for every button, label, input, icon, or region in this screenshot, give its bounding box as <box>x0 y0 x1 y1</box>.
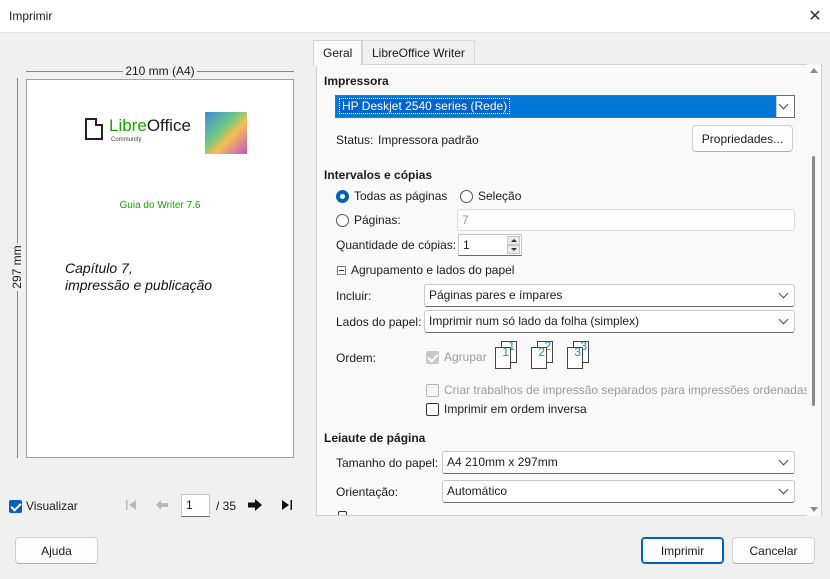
separate-jobs-checkbox[interactable]: Criar trabalhos de impressão separados p… <box>426 383 810 397</box>
separate-jobs-label: Criar trabalhos de impressão separados p… <box>444 383 810 397</box>
radio-off-icon[interactable] <box>336 213 349 227</box>
printer-selected: HP Deskjet 2540 series (Rede) <box>338 98 511 114</box>
page-number-input[interactable]: 1 <box>181 494 210 517</box>
copies-label: Quantidade de cópias: <box>336 238 457 252</box>
logo-sub: Community <box>111 137 142 143</box>
page-preview: LibreOffice Community Guia do Writer 7.6… <box>26 79 294 458</box>
libreoffice-logo: LibreOffice Community <box>83 112 247 154</box>
selection-label: Seleção <box>478 189 522 203</box>
cancel-button[interactable]: Cancelar <box>732 537 815 564</box>
orientation-label: Orientação: <box>336 485 399 499</box>
scroll-up-icon[interactable] <box>810 68 818 73</box>
chevron-down-icon <box>778 314 790 328</box>
width-dimension: 210 mm (A4) <box>26 64 294 78</box>
scroll-down-icon[interactable] <box>810 507 818 512</box>
height-label: 297 mm <box>10 243 24 291</box>
chapter-line-2: impressão e publicação <box>65 277 213 293</box>
checkbox-icon[interactable] <box>426 402 439 416</box>
spin-up-icon[interactable] <box>507 236 520 245</box>
window-title: Imprimir <box>9 9 53 23</box>
printer-select[interactable]: HP Deskjet 2540 series (Rede) <box>335 95 795 118</box>
status-label: Status: <box>336 133 374 147</box>
visualizar-checkbox[interactable]: Visualizar <box>9 499 78 513</box>
logo-suffix: Office <box>146 116 191 135</box>
page-total: / 35 <box>216 499 237 513</box>
help-button[interactable]: Ajuda <box>15 537 98 564</box>
cover-art-image <box>205 112 247 154</box>
general-panel: Impressora HP Deskjet 2540 series (Rede)… <box>316 64 822 516</box>
arrow-left-icon <box>156 500 168 510</box>
clipped-checkbox-row[interactable] <box>338 511 347 515</box>
scroll-thumb[interactable] <box>812 156 815 406</box>
spin-buttons[interactable] <box>507 236 520 254</box>
checkbox-icon[interactable] <box>426 383 439 397</box>
properties-button[interactable]: Propriedades... <box>692 125 793 152</box>
sides-label: Lados do papel: <box>336 315 422 329</box>
ranges-section-title: Intervalos e cópias <box>324 168 433 182</box>
include-value: Páginas pares e ímpares <box>429 288 563 302</box>
all-pages-radio[interactable]: Todas as páginas <box>336 189 447 203</box>
first-page-button[interactable] <box>120 494 142 516</box>
paper-size-label: Tamanho do papel: <box>336 456 439 470</box>
copies-spinner[interactable]: 1 <box>458 234 522 256</box>
last-page-icon <box>282 500 292 510</box>
status-value: Impressora padrão <box>378 133 479 147</box>
grouping-expander[interactable]: Agrupamento e lados do papel <box>337 263 514 277</box>
all-pages-label: Todas as páginas <box>354 189 448 203</box>
width-label: 210 mm (A4) <box>123 64 197 78</box>
chevron-down-icon <box>778 455 790 469</box>
chevron-down-icon <box>778 288 790 302</box>
document-icon <box>85 118 103 140</box>
orientation-value: Automático <box>447 484 508 498</box>
copies-value: 1 <box>463 238 470 252</box>
height-dimension: 297 mm <box>9 78 25 458</box>
chevron-down-icon <box>778 99 790 113</box>
radio-off-icon[interactable] <box>460 189 473 203</box>
selection-radio[interactable]: Seleção <box>460 189 521 203</box>
layout-section-title: Leiaute de página <box>324 431 426 445</box>
checkbox-icon[interactable] <box>9 499 22 513</box>
previous-page-button[interactable] <box>151 494 173 516</box>
spin-down-icon[interactable] <box>507 245 520 254</box>
pages-input[interactable]: 7 <box>457 209 795 231</box>
collate-checkbox[interactable]: Agrupar <box>426 350 487 364</box>
include-label: Incluir: <box>336 289 372 303</box>
order-label: Ordem: <box>336 351 377 365</box>
tab-geral[interactable]: Geral <box>313 40 363 66</box>
checkbox-icon[interactable] <box>426 350 439 364</box>
sides-select[interactable]: Imprimir num só lado da folha (simplex) <box>424 310 795 333</box>
radio-on-icon[interactable] <box>336 189 349 203</box>
book-title: Guia do Writer 7.6 <box>119 200 201 211</box>
pages-label: Páginas: <box>354 213 401 227</box>
paper-size-select[interactable]: A4 210mm x 297mm <box>442 451 795 474</box>
grouping-label: Agrupamento e lados do papel <box>351 263 515 277</box>
chapter-title: Capítulo 7, impressão e publicação <box>65 260 212 294</box>
pages-radio[interactable]: Páginas: <box>336 213 401 227</box>
tab-libreoffice-writer[interactable]: LibreOffice Writer <box>362 40 475 65</box>
collate-label: Agrupar <box>444 350 487 364</box>
chapter-line-1: Capítulo 7, <box>65 260 133 276</box>
next-page-button[interactable] <box>244 494 266 516</box>
orientation-select[interactable]: Automático <box>442 480 795 503</box>
print-button[interactable]: Imprimir <box>641 537 724 564</box>
sides-value: Imprimir num só lado da folha (simplex) <box>429 314 640 328</box>
first-page-icon <box>126 500 136 510</box>
collate-preview-icon: 1 1 2 2 3 3 <box>495 340 603 371</box>
checkbox-icon[interactable] <box>338 511 347 515</box>
title-bar: Imprimir ✕ <box>0 0 830 32</box>
arrow-right-icon <box>248 499 262 511</box>
chevron-down-icon <box>778 484 790 498</box>
panel-scrollbar[interactable] <box>807 64 821 516</box>
last-page-button[interactable] <box>276 494 298 516</box>
paper-size-value: A4 210mm x 297mm <box>447 455 558 469</box>
logo-prefix: Libre <box>109 116 147 135</box>
close-icon[interactable]: ✕ <box>800 0 830 32</box>
reverse-order-checkbox[interactable]: Imprimir em ordem inversa <box>426 402 587 416</box>
include-select[interactable]: Páginas pares e ímpares <box>424 284 795 307</box>
visualizar-label: Visualizar <box>26 499 78 513</box>
reverse-label: Imprimir em ordem inversa <box>444 402 587 416</box>
printer-section-title: Impressora <box>324 74 389 88</box>
collapse-icon[interactable] <box>337 265 346 275</box>
